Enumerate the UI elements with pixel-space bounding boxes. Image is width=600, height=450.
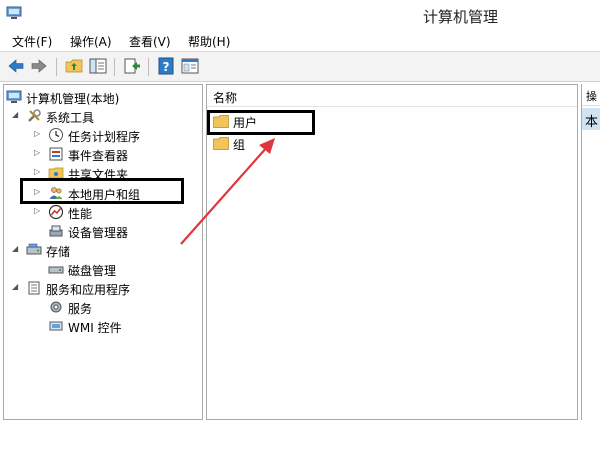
collapsed-arrow-icon[interactable]: ▷ <box>34 148 44 160</box>
wmi-control-icon <box>49 321 63 331</box>
event-viewer-icon <box>49 147 63 161</box>
folder-icon <box>213 137 229 150</box>
collapsed-arrow-icon[interactable]: ▷ <box>34 129 44 141</box>
tree-item-label: 性能 <box>68 207 93 221</box>
tree-item-label: 本地用户和组 <box>68 188 141 202</box>
tree-item-disk-management[interactable]: 磁盘管理 <box>48 260 196 279</box>
menu-file[interactable]: 文件(F) <box>12 33 52 50</box>
list-item-users[interactable]: 用户 <box>211 112 311 132</box>
tree-item-label: 服务和应用程序 <box>46 283 131 297</box>
tree-item-performance[interactable]: ▷ 性能 <box>34 203 196 222</box>
folder-icon <box>213 115 229 128</box>
actions-selected-item[interactable]: 本地用户和组 <box>582 108 600 130</box>
export-list-icon[interactable] <box>122 56 142 76</box>
tree-item-device-manager[interactable]: 设备管理器 <box>48 222 196 241</box>
back-arrow-icon[interactable] <box>6 56 26 76</box>
tree-item-event-viewer[interactable]: ▷ 事件查看器 <box>34 145 196 164</box>
menu-help[interactable]: 帮助(H) <box>188 33 230 50</box>
clock-icon <box>49 128 63 142</box>
expanded-arrow-icon[interactable]: ◢ <box>12 110 22 122</box>
storage-icon <box>26 243 42 255</box>
toolbar: ? <box>0 52 600 82</box>
actions-pane: 操作 本地用户和组 <box>581 84 600 420</box>
collapsed-arrow-icon[interactable]: ▷ <box>34 206 44 218</box>
properties-icon[interactable] <box>180 56 200 76</box>
device-manager-icon <box>49 225 63 237</box>
help-icon[interactable]: ? <box>156 56 176 76</box>
column-header-label: 名称 <box>213 91 238 105</box>
forward-arrow-icon[interactable] <box>29 56 49 76</box>
navigation-tree[interactable]: 计算机管理(本地) ◢ 系统工具 ▷ 任务计划程序 ▷ 事件查看器 ▷ 共享文件… <box>3 84 203 420</box>
tree-item-label: 事件查看器 <box>68 149 129 163</box>
expanded-arrow-icon[interactable]: ◢ <box>12 282 22 294</box>
up-folder-icon[interactable] <box>64 56 84 76</box>
computer-management-icon <box>6 90 22 103</box>
disk-icon <box>48 266 64 274</box>
title-bar: 计算机管理 <box>0 0 600 30</box>
list-item-label: 用户 <box>233 116 258 130</box>
collapsed-arrow-icon[interactable]: ▷ <box>34 187 44 199</box>
tree-item-label: 计算机管理(本地) <box>26 92 120 106</box>
toolbar-separator <box>56 58 57 76</box>
toolbar-separator <box>114 58 115 76</box>
tree-item-label: 存储 <box>46 245 71 259</box>
actions-header: 操作 <box>582 84 600 106</box>
tree-item-system-tools[interactable]: ◢ 系统工具 <box>12 107 196 126</box>
list-item-label: 组 <box>233 138 246 152</box>
expanded-arrow-icon[interactable]: ◢ <box>12 244 22 256</box>
results-list[interactable]: 名称 用户 组 <box>206 84 578 420</box>
tree-item-label: WMI 控件 <box>68 321 122 335</box>
menu-bar: 文件(F) 操作(A) 查看(V) 帮助(H) <box>0 30 600 52</box>
tree-item-label: 磁盘管理 <box>68 264 117 278</box>
tree-item-wmi-control[interactable]: WMI 控件 <box>48 317 196 336</box>
tree-item-local-users-groups[interactable]: ▷ 本地用户和组 <box>34 184 196 203</box>
tree-item-services-apps[interactable]: ◢ 服务和应用程序 <box>12 279 196 298</box>
show-tree-icon[interactable] <box>88 56 108 76</box>
menu-view[interactable]: 查看(V) <box>129 33 171 50</box>
collapsed-arrow-icon[interactable]: ▷ <box>34 167 44 179</box>
svg-text:?: ? <box>163 60 170 74</box>
services-apps-icon <box>28 281 40 295</box>
list-item-groups[interactable]: 组 <box>211 134 311 154</box>
tree-item-label: 共享文件夹 <box>68 168 129 182</box>
tree-item-label: 系统工具 <box>46 111 95 125</box>
tree-item-storage[interactable]: ◢ 存储 <box>12 241 196 260</box>
tree-item-label: 任务计划程序 <box>68 130 141 144</box>
column-header-name[interactable]: 名称 <box>207 85 577 107</box>
tree-item-shared-folders[interactable]: ▷ 共享文件夹 <box>34 164 196 183</box>
menu-action[interactable]: 操作(A) <box>70 33 112 50</box>
tree-item-label: 服务 <box>68 302 93 316</box>
tools-icon <box>28 109 41 122</box>
users-icon <box>49 187 63 199</box>
gear-icon <box>50 301 62 313</box>
toolbar-separator <box>148 58 149 76</box>
tree-item-computer-management[interactable]: 计算机管理(本地) <box>6 88 196 107</box>
shared-folder-icon <box>48 167 64 179</box>
performance-icon <box>48 204 64 220</box>
window-title: 计算机管理 <box>422 8 498 26</box>
tree-item-label: 设备管理器 <box>68 226 129 240</box>
tree-item-task-scheduler[interactable]: ▷ 任务计划程序 <box>34 126 196 145</box>
tree-item-services[interactable]: 服务 <box>48 298 196 317</box>
